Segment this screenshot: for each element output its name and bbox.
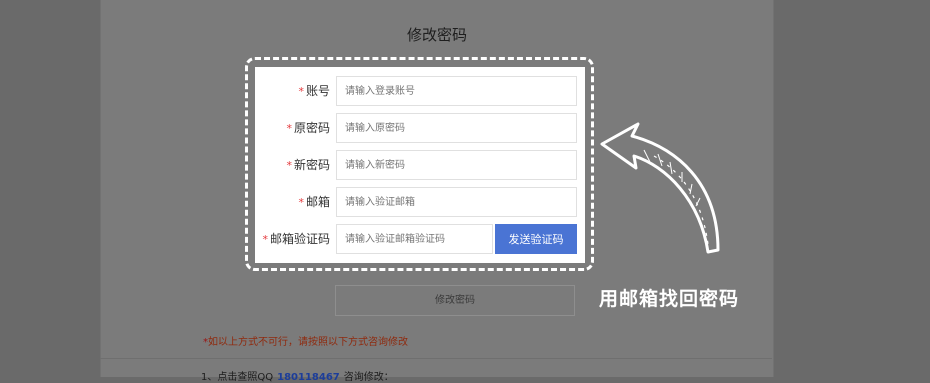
submit-button[interactable]: 修改密码	[335, 285, 575, 316]
old-password-label: * 原密码	[286, 121, 330, 135]
required-mark: *	[286, 122, 292, 135]
required-mark: *	[286, 159, 292, 172]
new-password-row: * 新密码	[255, 150, 585, 180]
old-password-input[interactable]	[336, 113, 577, 143]
email-row: * 邮箱	[255, 187, 585, 217]
email-code-input[interactable]	[336, 224, 493, 254]
new-password-label: * 新密码	[286, 158, 330, 172]
email-label: * 邮箱	[298, 195, 330, 209]
new-password-input[interactable]	[336, 150, 577, 180]
account-label: * 账号	[298, 84, 330, 98]
email-code-row: *邮箱验证码 发送验证码	[255, 224, 585, 254]
contact-suffix: 咨询修改：	[343, 372, 394, 383]
email-input[interactable]	[336, 187, 577, 217]
email-code-label: * 邮箱验证码	[262, 232, 330, 246]
fallback-notice: *如以上方式不可行，请按照以下方式咨询修改	[203, 333, 408, 348]
qq-number-link[interactable]: 180118467	[277, 372, 340, 383]
account-input[interactable]	[336, 76, 577, 106]
required-mark: *	[298, 196, 304, 209]
annotation-label: 用邮箱找回密码	[599, 288, 740, 310]
divider	[100, 358, 772, 359]
curved-arrow-icon	[600, 122, 720, 254]
send-code-button[interactable]: 发送验证码	[495, 224, 577, 254]
contact-line: 1、点击查照QQ 180118467 咨询修改：	[201, 368, 394, 383]
required-mark: *	[262, 233, 268, 246]
required-mark: *	[298, 85, 304, 98]
page-title: 修改密码	[406, 26, 467, 44]
change-password-form: *账号 *原密码 *新密码 *邮箱 *邮箱验证码 发送验证码	[255, 67, 585, 263]
account-row: * 账号	[255, 76, 585, 106]
contact-prefix: 1、点击查照QQ	[201, 372, 274, 383]
old-password-row: * 原密码	[255, 113, 585, 143]
notice-text: 如以上方式不可行，请按照以下方式咨询修改	[208, 337, 408, 348]
